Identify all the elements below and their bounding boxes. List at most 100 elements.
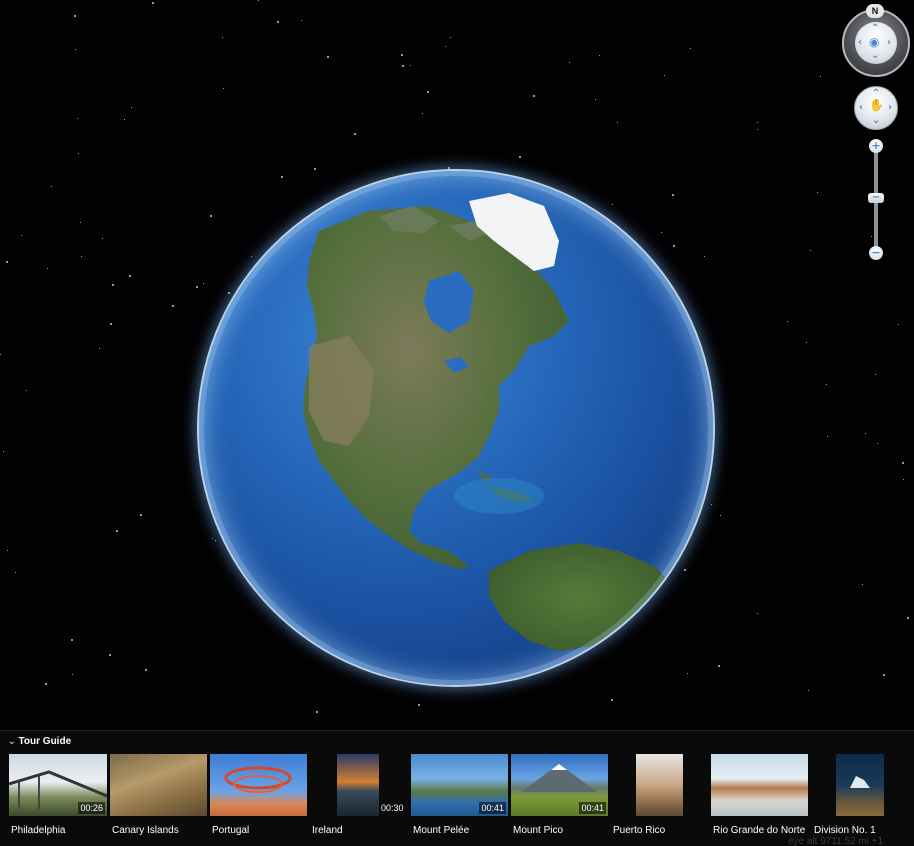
tour-label[interactable]: Canary Islands (112, 825, 179, 836)
tour-thumbnail-ireland[interactable] (337, 754, 379, 816)
star (354, 133, 356, 135)
star (617, 122, 618, 123)
star (410, 65, 411, 66)
tour-label[interactable]: Mount Pelée (413, 825, 469, 836)
star (450, 37, 451, 38)
tour-guide-toggle[interactable]: ⌄ Tour Guide (8, 736, 71, 747)
zoom-out-button[interactable]: − (869, 246, 883, 260)
tour-guide-title: Tour Guide (18, 736, 72, 747)
tour-guide-panel: ⌄ Tour Guide 00:26 Philadelphia Canary Is… (0, 730, 914, 846)
star (75, 49, 76, 50)
pan-down-arrow-icon[interactable]: ⌄ (872, 116, 880, 126)
tour-duration: 00:41 (579, 802, 606, 814)
look-left-arrow-icon[interactable]: ‹ (858, 38, 862, 48)
globe-landmasses (199, 171, 713, 685)
star (116, 530, 118, 532)
zoom-slider-thumb[interactable]: − (868, 193, 884, 203)
star (316, 711, 318, 713)
star (720, 515, 721, 516)
star (533, 95, 535, 97)
tour-thumbnail-mount-pico[interactable]: 00:41 (511, 754, 608, 816)
tour-thumbnail-puerto-rico[interactable] (636, 754, 683, 816)
star (45, 683, 47, 685)
tour-duration: 00:41 (479, 802, 506, 814)
star (664, 75, 665, 76)
tour-label[interactable]: Puerto Rico (613, 825, 665, 836)
star (301, 20, 302, 21)
star (757, 122, 758, 123)
star (427, 91, 429, 93)
star (140, 514, 142, 516)
coordinates-readout: eye alt 9711.52 mi +1 (788, 836, 884, 846)
look-around-compass[interactable]: ⌃ ‹ ◉ › ⌄ (842, 9, 910, 77)
star (71, 639, 73, 641)
look-down-arrow-icon[interactable]: ⌄ (871, 51, 879, 61)
star (898, 324, 899, 325)
tour-thumbnail-portugal[interactable] (210, 754, 307, 816)
earth-globe[interactable] (199, 171, 713, 685)
tour-thumbnail-mount-pelee[interactable]: 00:41 (411, 754, 508, 816)
star (80, 222, 81, 223)
star (787, 321, 788, 322)
tour-label[interactable]: Mount Pico (513, 825, 563, 836)
star (422, 113, 423, 114)
tour-thumbnail-division-no-1[interactable] (836, 754, 884, 816)
star (902, 462, 904, 464)
star (129, 275, 131, 277)
star (81, 256, 82, 257)
star (145, 669, 147, 671)
tour-label[interactable]: Philadelphia (11, 825, 66, 836)
tour-label[interactable]: Portugal (212, 825, 249, 836)
tour-thumbnail-philadelphia[interactable]: 00:26 (9, 754, 107, 816)
star (124, 119, 125, 120)
tour-label[interactable]: Rio Grande do Norte (713, 825, 805, 836)
star (15, 572, 16, 573)
tour-label[interactable]: Ireland (312, 825, 343, 836)
look-right-arrow-icon[interactable]: › (887, 38, 891, 48)
star (865, 433, 866, 434)
look-joystick[interactable]: ⌃ ‹ ◉ › ⌄ (855, 22, 897, 64)
star (74, 15, 76, 17)
star (810, 250, 811, 251)
star (99, 348, 100, 349)
star (875, 374, 876, 375)
star (690, 48, 691, 49)
tour-duration: 00:26 (78, 802, 105, 814)
pan-left-arrow-icon[interactable]: ‹ (859, 103, 863, 113)
star (7, 550, 8, 551)
tour-duration: 00:30 (381, 803, 404, 813)
star (47, 268, 48, 269)
star (222, 37, 223, 38)
star (595, 99, 596, 100)
star (258, 0, 259, 1)
star (314, 168, 316, 170)
tour-thumbnail-canary-islands[interactable] (110, 754, 207, 816)
zoom-in-button[interactable]: + (869, 139, 883, 153)
star (569, 62, 570, 63)
star (327, 56, 329, 58)
eye-icon: ◉ (869, 35, 880, 49)
star (883, 674, 885, 676)
tour-thumbnail-rio-grande-do-norte[interactable] (711, 754, 808, 816)
star (401, 54, 403, 56)
star (418, 704, 420, 706)
star (26, 390, 27, 391)
star (817, 192, 818, 193)
star (3, 451, 4, 452)
star (611, 699, 613, 701)
globe-map-view[interactable]: ⌃ ‹ ◉ › ⌄ N ⌃ ‹ ✋ › ⌄ + − − (0, 0, 914, 730)
star (109, 654, 111, 656)
south-america-landmass (489, 543, 669, 651)
star (757, 613, 758, 614)
iceberg-image (850, 776, 870, 788)
tour-label[interactable]: Division No. 1 (814, 825, 876, 836)
pan-right-arrow-icon[interactable]: › (888, 103, 892, 113)
star (223, 88, 224, 89)
star (806, 342, 807, 343)
look-up-arrow-icon[interactable]: ⌃ (871, 24, 879, 34)
star (172, 305, 174, 307)
star (599, 55, 600, 56)
north-indicator[interactable]: N (866, 4, 884, 18)
star (871, 236, 872, 237)
move-joystick[interactable]: ⌃ ‹ ✋ › ⌄ (854, 86, 898, 130)
